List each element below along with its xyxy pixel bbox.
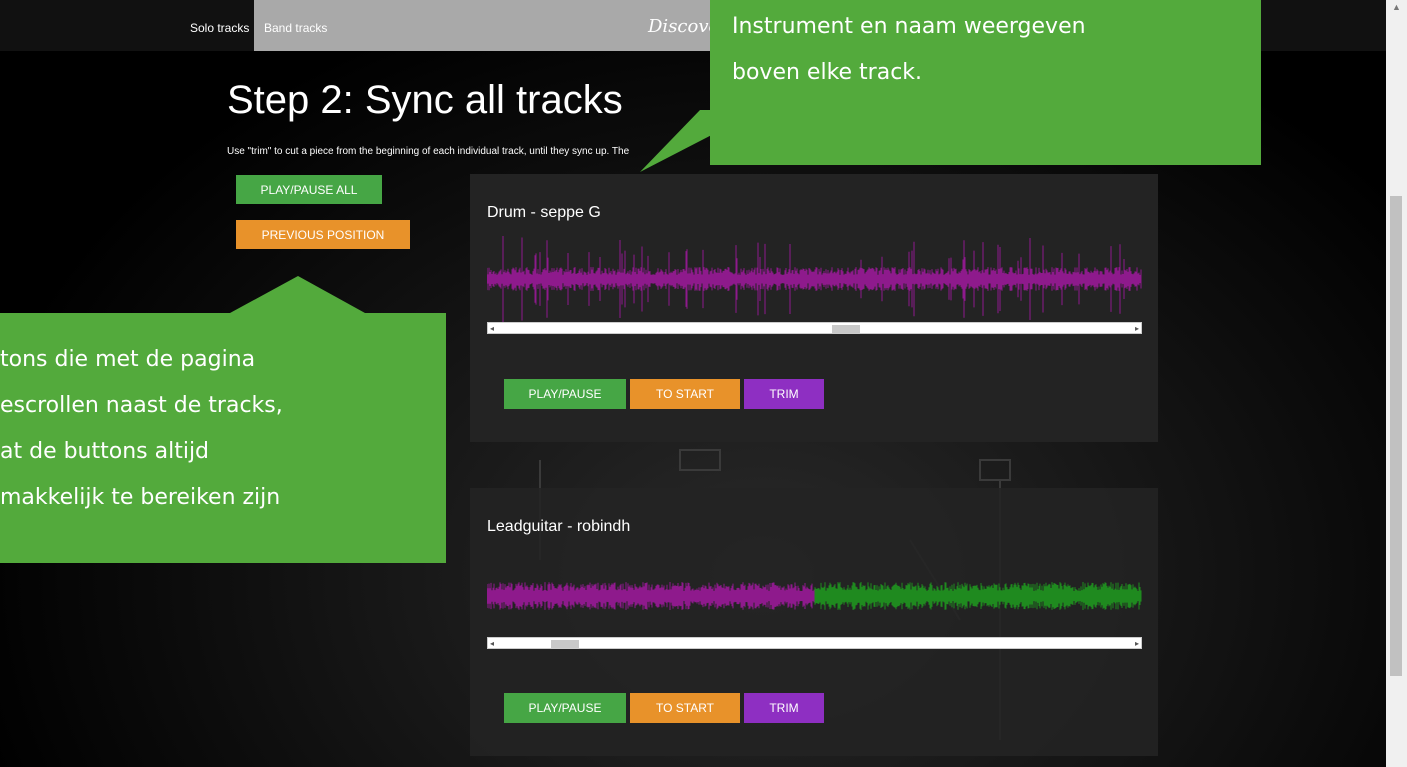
callout-top-line: Instrument en naam weergeven — [732, 14, 1086, 39]
page-scrollbar[interactable]: ▲ — [1386, 0, 1407, 767]
callout-left-line: tons die met de pagina — [0, 347, 256, 372]
callout-left-pointer — [230, 276, 365, 313]
callout-left-line: escrollen naast de tracks, — [0, 393, 283, 418]
callout-left: tons die met de pagina escrollen naast d… — [0, 313, 446, 563]
callout-top: Instrument en naam weergeven boven elke … — [710, 0, 1261, 165]
page-background: Solo tracks Band tracks Discove Step 2: … — [0, 0, 1386, 767]
scroll-up-icon[interactable]: ▲ — [1392, 2, 1401, 12]
callout-left-line: at de buttons altijd — [0, 439, 210, 464]
callout-top-line: boven elke track. — [732, 60, 923, 85]
callout-left-line: makkelijk te bereiken zijn — [0, 485, 281, 510]
page-scrollbar-thumb[interactable] — [1390, 196, 1402, 676]
